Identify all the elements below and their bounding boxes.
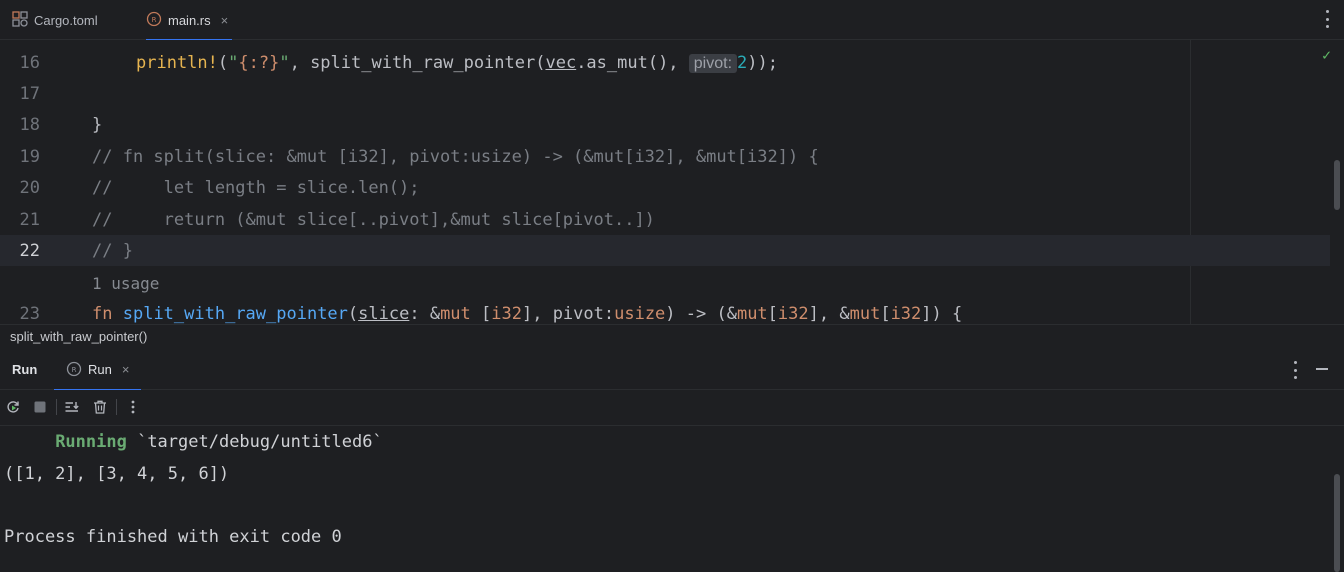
line-number: 19 [19, 147, 40, 167]
scroll-to-end-icon[interactable] [63, 398, 81, 416]
line-code[interactable]: fn split_with_raw_pointer(slice: &mut [i… [92, 304, 962, 324]
tab-label: Run [88, 361, 112, 377]
line-code[interactable]: // fn split(slice: &mut [i32], pivot:usi… [92, 147, 819, 167]
editor-tab-bar: Cargo.toml R main.rs × [0, 0, 1344, 41]
line-code[interactable]: // return (&mut slice[..pivot],&mut slic… [92, 210, 655, 230]
cargo-toml-icon [12, 10, 28, 30]
minimize-icon[interactable] [1316, 368, 1328, 370]
tab-run[interactable]: R Run × [54, 348, 142, 391]
parameter-hint: pivot: [688, 54, 738, 73]
console-exit-status: Process finished with exit code 0 [4, 527, 342, 547]
running-label: Running [55, 432, 127, 452]
rust-run-icon: R [66, 361, 82, 377]
svg-text:R: R [72, 366, 77, 374]
line-code[interactable]: // } [92, 241, 133, 261]
more-options-icon[interactable] [1292, 361, 1298, 379]
line-number: 22 [19, 241, 40, 261]
stop-icon[interactable] [31, 398, 49, 416]
code-line: 20 // let length = slice.len(); [0, 172, 1330, 203]
line-code[interactable]: // let length = slice.len(); [92, 178, 420, 198]
tab-main-rs[interactable]: R main.rs × [146, 0, 233, 41]
line-number: 21 [19, 210, 40, 230]
line-code[interactable]: println!("{:?}", split_with_raw_pointer(… [136, 53, 778, 73]
tab-cargo-toml[interactable]: Cargo.toml [12, 0, 98, 40]
run-tool-window-header: Run R Run × [0, 348, 1344, 391]
line-number: 18 [19, 115, 40, 135]
code-line: 17 [0, 78, 1330, 109]
code-line: 16 println!("{:?}", split_with_raw_point… [0, 47, 1330, 78]
tab-label: Cargo.toml [34, 12, 98, 28]
tool-window-title: Run [12, 362, 38, 377]
line-code[interactable]: } [92, 115, 102, 135]
clear-icon[interactable] [91, 398, 109, 416]
code-editor[interactable]: ✓ 16 println!("{:?}", split_with_raw_poi… [0, 40, 1344, 324]
more-icon[interactable] [124, 398, 142, 416]
usage-hint[interactable]: 1 usage [92, 274, 159, 293]
close-icon[interactable]: × [122, 362, 130, 377]
breadcrumb-item[interactable]: split_with_raw_pointer() [10, 329, 147, 344]
run-toolbar [0, 390, 1344, 426]
line-number: 23 [19, 304, 40, 324]
code-line: 18 } [0, 109, 1330, 140]
code-line: 19 // fn split(slice: &mut [i32], pivot:… [0, 141, 1330, 172]
code-line: 23 fn split_with_raw_pointer(slice: &mut… [0, 298, 1330, 324]
console-output: ([1, 2], [3, 4, 5, 6]) [4, 464, 230, 484]
editor-scrollbar[interactable] [1334, 160, 1340, 210]
breadcrumb: split_with_raw_pointer() [0, 324, 1344, 348]
run-console[interactable]: Running `target/debug/untitled6` ([1, 2]… [0, 426, 1344, 572]
close-icon[interactable]: × [221, 13, 229, 28]
toolbar-separator [116, 399, 117, 415]
code-line-current: 22 // } [0, 235, 1330, 266]
line-number: 20 [19, 178, 40, 198]
rust-file-icon: R [146, 11, 162, 30]
tab-label: main.rs [168, 12, 211, 28]
more-options-icon[interactable] [1324, 10, 1330, 28]
rerun-icon[interactable] [4, 398, 22, 416]
code-line: 21 // return (&mut slice[..pivot],&mut s… [0, 204, 1330, 235]
console-scrollbar[interactable] [1334, 474, 1340, 572]
line-number: 16 [19, 53, 40, 73]
line-number: 17 [19, 84, 40, 104]
svg-text:R: R [152, 16, 157, 24]
console-line: Running `target/debug/untitled6` [55, 432, 383, 452]
toolbar-separator [56, 399, 57, 415]
